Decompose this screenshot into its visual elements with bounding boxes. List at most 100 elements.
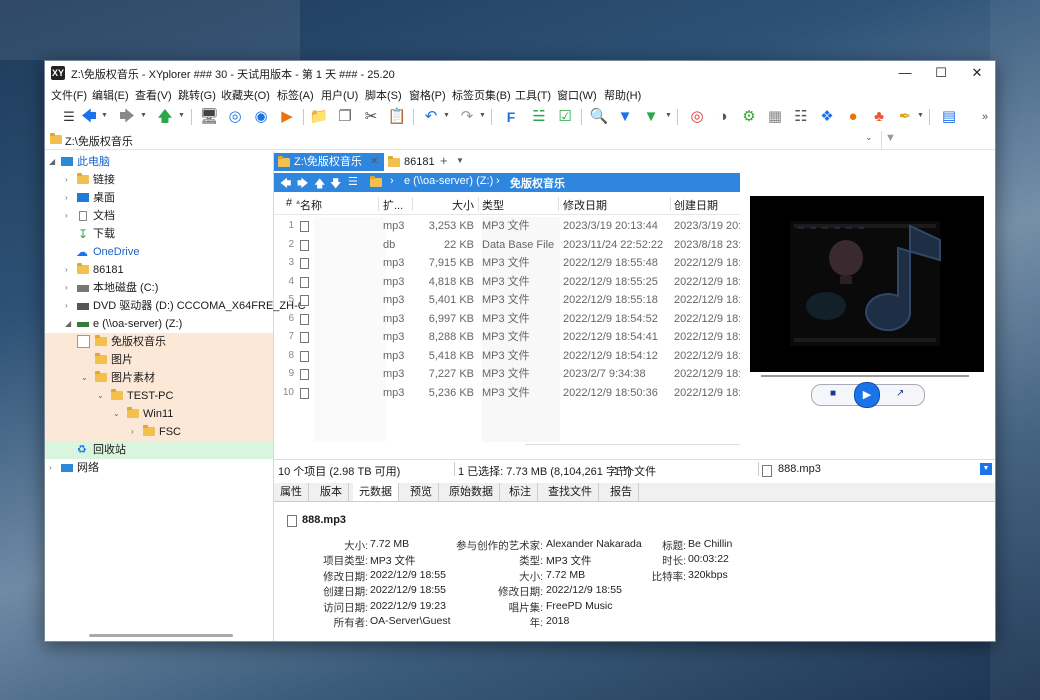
menu-tools[interactable]: 工具(T)	[515, 87, 551, 103]
table-row[interactable]: 10111.mp3mp35,236 KBMP3 文件2022/12/9 18:5…	[274, 384, 740, 402]
table-row[interactable]: 1通用.mp3mp33,253 KBMP3 文件2023/3/19 20:13:…	[274, 217, 740, 235]
menu-help[interactable]: 帮助(H)	[604, 87, 641, 103]
tree-scrollbar[interactable]	[89, 634, 233, 637]
chevron-right-icon[interactable]: ›	[65, 207, 68, 225]
menu-file[interactable]: 文件(F)	[51, 87, 87, 103]
copy-icon[interactable]: ❐	[335, 107, 355, 127]
add-tab-button[interactable]: +	[440, 153, 448, 168]
tree-item-pic-material[interactable]: ⌄ 图片素材	[45, 369, 273, 387]
col-name[interactable]: 名称	[300, 197, 322, 213]
table-row[interactable]: 9222.mp3mp37,227 KBMP3 文件2023/2/7 9:34:3…	[274, 365, 740, 383]
menu-window[interactable]: 窗口(W)	[557, 87, 597, 103]
grid-icon[interactable]: ▦	[765, 107, 785, 127]
split-pane-icon[interactable]: ▤	[939, 107, 959, 127]
chevron-right-icon[interactable]: ›	[131, 423, 134, 441]
moon-icon[interactable]: ◑	[713, 107, 733, 127]
tree-item-this-pc[interactable]: ◢ 此电脑	[45, 153, 273, 171]
back-arrow-icon[interactable]: 🡄	[280, 175, 291, 194]
col-num[interactable]: #	[286, 197, 292, 209]
chevron-right-icon[interactable]: ›	[65, 171, 68, 189]
broom-icon[interactable]: ✒	[895, 107, 915, 127]
computer-icon[interactable]: 🖥	[199, 107, 219, 127]
badge-icon[interactable]: ❖	[817, 107, 837, 127]
more-chevron-icon[interactable]: »	[975, 107, 995, 127]
chevron-down-icon[interactable]: ◢	[65, 315, 71, 333]
menu-user[interactable]: 用户(U)	[321, 87, 358, 103]
tree-item-music[interactable]: 免版权音乐	[45, 333, 273, 351]
up-arrow-icon[interactable]: 🡅	[155, 107, 175, 127]
chevron-down-icon[interactable]: ⌄	[865, 132, 873, 143]
stop-icon[interactable]: ■	[830, 388, 836, 399]
preview-progress-bar[interactable]	[761, 375, 969, 377]
menu-favorites[interactable]: 收藏夹(O)	[221, 87, 270, 103]
chevron-down-icon[interactable]: ▼	[140, 112, 147, 119]
tree-item-dvd-d[interactable]: › DVD 驱动器 (D:) CCCOMA_X64FRE_ZH-C	[45, 297, 306, 315]
tab-version[interactable]: 版本	[314, 483, 349, 501]
chevron-right-icon[interactable]: ›	[65, 261, 68, 279]
menu-go[interactable]: 跳转(G)	[178, 87, 216, 103]
search-icon[interactable]: 🔍	[589, 107, 609, 127]
play-icon[interactable]: ▶	[854, 382, 880, 408]
address-bar[interactable]: Z:\免版权音乐 ⌄ ▼	[45, 131, 995, 150]
chevron-down-icon[interactable]: ▼	[980, 463, 992, 475]
tab-find-files[interactable]: 查找文件	[542, 483, 599, 501]
menu-tags[interactable]: 标签(A)	[277, 87, 314, 103]
filter-icon[interactable]: ▼	[615, 107, 635, 127]
close-button[interactable]: ✕	[959, 61, 995, 85]
paste-icon[interactable]: 📋	[387, 107, 407, 127]
menu-tabsets[interactable]: 标签页集(B)	[452, 87, 511, 103]
address-path[interactable]: Z:\免版权音乐	[65, 133, 133, 149]
checkbox-icon[interactable]	[77, 335, 90, 348]
forward-arrow-icon[interactable]: 🡆	[297, 175, 308, 194]
close-icon[interactable]: ✕	[370, 153, 378, 171]
tree-item-onedrive[interactable]: ☁ OneDrive	[45, 243, 273, 261]
table-row[interactable]: 4777.mp3mp34,818 KBMP3 文件2022/12/9 18:55…	[274, 273, 740, 291]
chevron-right-icon[interactable]: ›	[65, 279, 68, 297]
tab-preview[interactable]: 预览	[404, 483, 439, 501]
chevron-down-icon[interactable]: ▼	[665, 112, 672, 119]
col-created[interactable]: 创建日期	[674, 197, 718, 213]
forward-arrow-icon[interactable]: 🡆	[117, 107, 137, 127]
chevron-down-icon[interactable]: ▼	[178, 112, 185, 119]
table-row[interactable]: 8333.mp3mp35,418 KBMP3 文件2022/12/9 18:54…	[274, 347, 740, 365]
tree-item-test-pc[interactable]: ⌄ TEST-PC	[45, 387, 273, 405]
f-filter-icon[interactable]: F	[501, 107, 521, 127]
file-list-scrollbar[interactable]	[525, 444, 740, 445]
tree-item-recycle[interactable]: ♻ 回收站	[45, 441, 273, 459]
breadcrumb-current[interactable]: 免版权音乐	[510, 175, 565, 191]
search-circle-icon[interactable]: ◉	[251, 107, 271, 127]
back-arrow-icon[interactable]: 🡄	[79, 107, 99, 127]
down-arrow-icon[interactable]: 🡇	[330, 175, 341, 194]
spiral-icon[interactable]: ◎	[687, 107, 707, 127]
tree-view-icon[interactable]: ☱	[529, 107, 549, 127]
chevron-right-icon[interactable]: ›	[65, 297, 68, 315]
table-row[interactable]: 2Thumbs.dbdb22 KBData Base File2023/11/2…	[274, 236, 740, 254]
tree-item-desktop[interactable]: › 桌面	[45, 189, 273, 207]
up-arrow-icon[interactable]: 🡅	[314, 175, 325, 194]
undo-icon[interactable]: ↶	[421, 107, 441, 127]
menu-script[interactable]: 脚本(S)	[365, 87, 402, 103]
col-ext[interactable]: 扩...	[383, 197, 403, 213]
tree-item-local-c[interactable]: › 本地磁盘 (C:)	[45, 279, 273, 297]
chevron-down-icon[interactable]: ▼	[456, 156, 464, 165]
tab-raw-data[interactable]: 原始数据	[443, 483, 500, 501]
table-row[interactable]: 5666.mp3mp35,401 KBMP3 文件2022/12/9 18:55…	[274, 291, 740, 309]
new-folder-icon[interactable]: 📁	[309, 107, 329, 127]
tree-item-server-z[interactable]: ◢ e (\\oa-server) (Z:)	[45, 315, 273, 333]
col-modified[interactable]: 修改日期	[563, 197, 607, 213]
chevron-down-icon[interactable]: ▼	[101, 112, 108, 119]
menu-edit[interactable]: 编辑(E)	[92, 87, 129, 103]
open-external-icon[interactable]: ↗	[896, 388, 904, 399]
filter-icon[interactable]: ▼	[885, 132, 896, 144]
chevron-right-icon[interactable]: ›	[65, 189, 68, 207]
minimize-button[interactable]: —	[887, 61, 923, 85]
maximize-button[interactable]: ☐	[923, 61, 959, 85]
target-icon[interactable]: ◎	[225, 107, 245, 127]
tab-tags[interactable]: 标注	[503, 483, 538, 501]
col-type[interactable]: 类型	[482, 197, 504, 213]
menu-lines-icon[interactable]: ☰	[348, 175, 358, 188]
tree-item-downloads[interactable]: ↧ 下载	[45, 225, 273, 243]
menu-pane[interactable]: 窗格(P)	[409, 87, 446, 103]
tab-properties[interactable]: 属性	[274, 483, 309, 501]
menu-lines-icon[interactable]: ☰	[59, 107, 79, 127]
